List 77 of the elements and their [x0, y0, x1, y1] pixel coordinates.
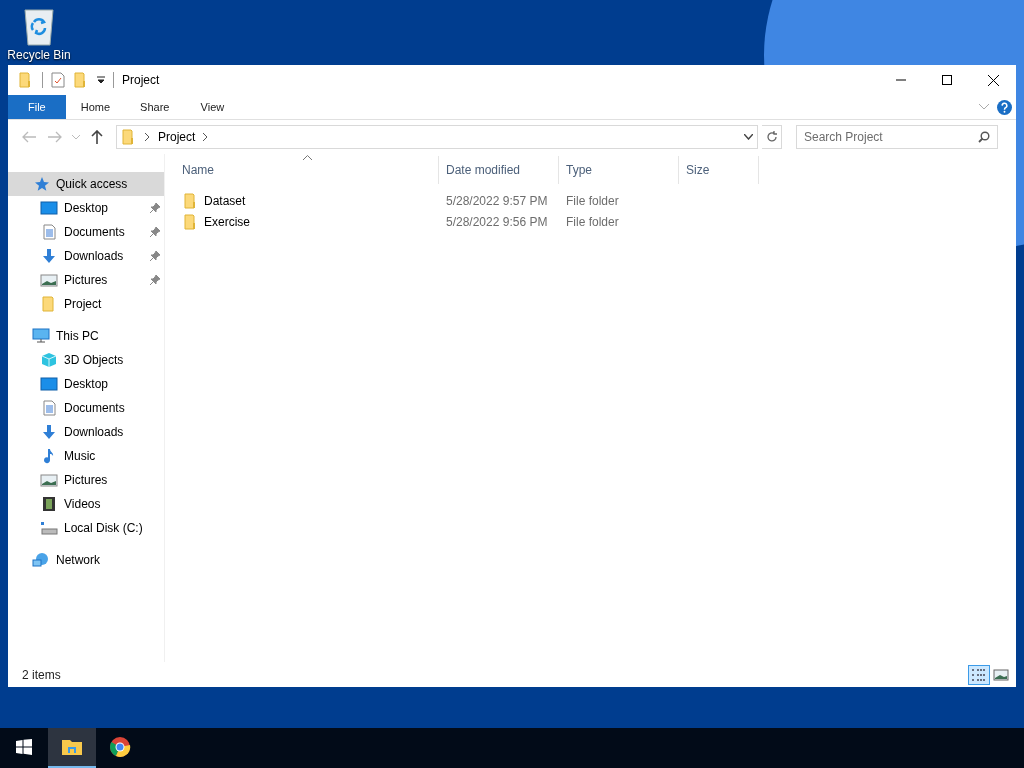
date-modified-cell-text: 5/28/2022 9:57 PM	[445, 193, 549, 208]
desktop-icon-label: Recycle Bin	[7, 48, 71, 62]
folder-icon	[61, 738, 83, 756]
nav-item[interactable]: 3D Objects	[8, 348, 164, 372]
ribbon-tab[interactable]: Home	[65, 95, 126, 119]
right-arrow-icon	[48, 131, 62, 143]
picture-icon	[40, 472, 58, 488]
nav-item[interactable]: Desktop	[8, 372, 164, 396]
column-header[interactable]: Date modified	[439, 156, 559, 184]
dropdown-chevron-icon[interactable]	[744, 134, 753, 140]
type-cell-text: File folder	[565, 214, 620, 229]
pin-icon[interactable]	[150, 275, 160, 285]
up-arrow-icon	[91, 130, 103, 144]
item-count: 2 items	[22, 667, 62, 682]
nav-item[interactable]: Local Disk (C:)	[8, 516, 164, 540]
star-icon	[32, 176, 50, 192]
chevron-icon[interactable]	[203, 133, 209, 141]
type-cell-text: File folder	[565, 193, 620, 208]
picture-icon	[40, 272, 58, 288]
computer-icon	[32, 328, 50, 344]
nav-item[interactable]: Pictures	[8, 268, 164, 292]
nav-item[interactable]: Documents	[8, 220, 164, 244]
date-modified-cell-text: 5/28/2022 9:56 PM	[445, 214, 549, 229]
cube-icon	[40, 352, 58, 368]
ribbon-tab[interactable]: File	[8, 95, 66, 119]
refresh-icon	[765, 131, 778, 143]
properties-icon[interactable]	[51, 72, 65, 88]
windows-logo-icon	[16, 739, 32, 755]
ribbon-tab[interactable]: Share	[125, 95, 185, 119]
network-icon	[32, 552, 50, 568]
drive-icon	[40, 520, 58, 536]
breadcrumb[interactable]: Project	[158, 130, 196, 144]
nav-item[interactable]: Pictures	[8, 468, 164, 492]
nav-item[interactable]: Music	[8, 444, 164, 468]
window-title: Project	[122, 73, 161, 87]
address-bar[interactable]: Project	[116, 125, 758, 149]
down-arrow-icon	[40, 424, 58, 440]
nav-item[interactable]: Downloads	[8, 420, 164, 444]
nav-item[interactable]: Quick access	[8, 172, 164, 196]
file-name[interactable]: Exercise	[175, 213, 439, 230]
chevron-icon	[145, 133, 150, 141]
view-button[interactable]	[968, 664, 990, 685]
caret-icon	[72, 134, 80, 140]
maximize-icon	[942, 75, 952, 85]
pin-icon[interactable]	[150, 203, 160, 213]
down-arrow-icon	[40, 248, 58, 264]
close-icon	[987, 74, 999, 86]
nav-item[interactable]: Project	[8, 292, 164, 316]
column-header[interactable]: Name	[175, 156, 439, 184]
ribbon-tab[interactable]: View	[184, 95, 241, 119]
film-icon	[40, 496, 58, 512]
nav-item[interactable]: Desktop	[8, 196, 164, 220]
pin-icon[interactable]	[150, 227, 160, 237]
search-field[interactable]: Search Project	[796, 125, 998, 149]
document-icon	[40, 224, 58, 240]
nav-item[interactable]: This PC	[8, 324, 164, 348]
pin-icon[interactable]	[150, 251, 160, 261]
search-icon	[978, 131, 990, 143]
monitor-icon	[40, 376, 58, 392]
column-header[interactable]: Type	[559, 156, 679, 184]
document-icon	[40, 400, 58, 416]
help-icon[interactable]	[997, 99, 1012, 115]
monitor-icon	[40, 200, 58, 216]
taskbar-app[interactable]	[48, 728, 96, 768]
column-header[interactable]: Size	[679, 156, 759, 184]
nav-item[interactable]: Downloads	[8, 244, 164, 268]
nav-item[interactable]: Videos	[8, 492, 164, 516]
dropdown-caret-icon[interactable]	[97, 76, 105, 84]
chrome-logo-icon	[109, 736, 131, 758]
refresh-button[interactable]	[762, 125, 782, 149]
nav-item[interactable]: Network	[8, 548, 164, 572]
details-view-icon	[971, 667, 987, 682]
nav-item[interactable]: Documents	[8, 396, 164, 420]
picture-view-icon	[993, 667, 1009, 682]
file-name[interactable]: Dataset	[175, 192, 439, 209]
left-arrow-icon	[22, 131, 36, 143]
sort-ascending-icon	[302, 155, 312, 160]
